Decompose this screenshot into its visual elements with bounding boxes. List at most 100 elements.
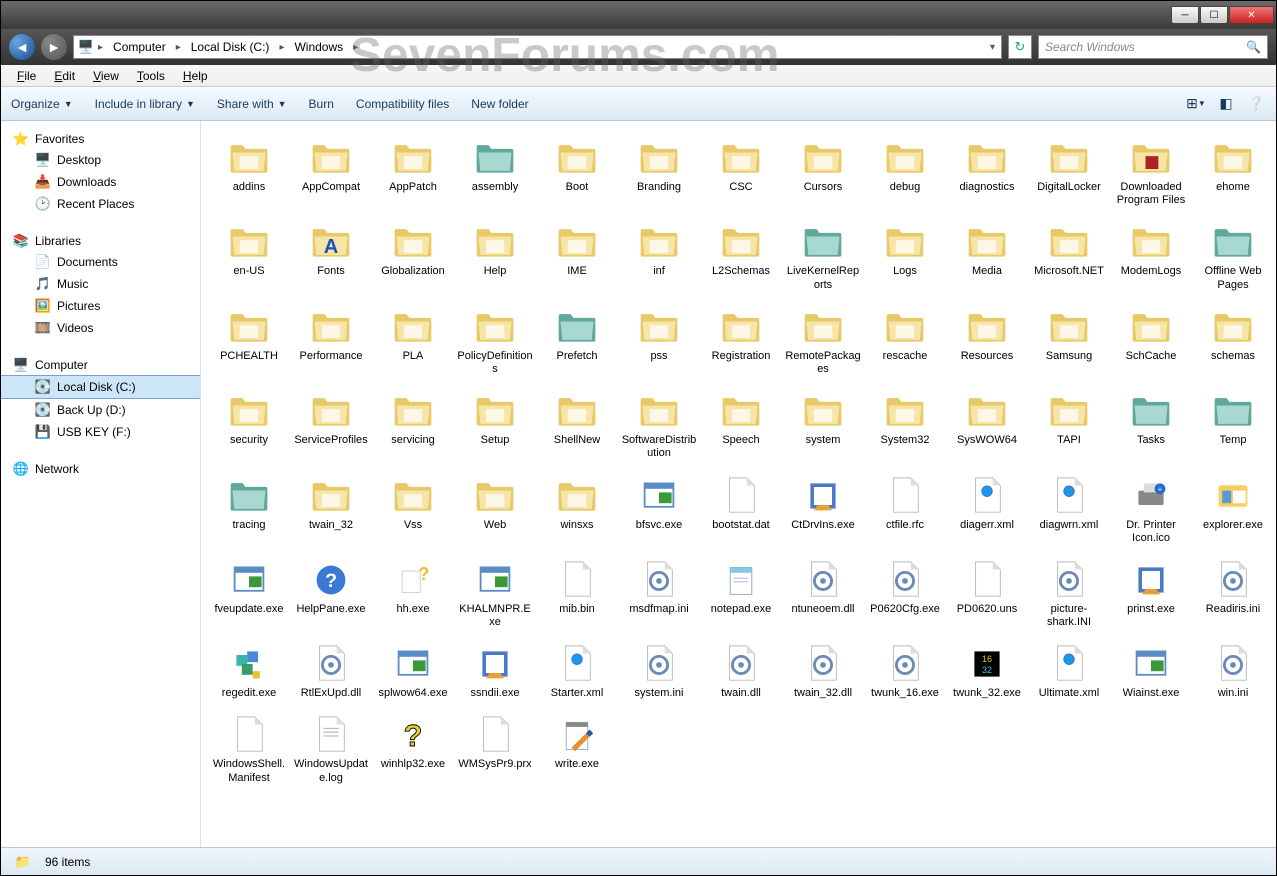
file-item[interactable]: 1632twunk_32.exe [947, 639, 1027, 704]
file-item[interactable]: tracing [209, 471, 289, 549]
file-item[interactable]: Temp [1193, 386, 1273, 464]
file-item[interactable]: rescache [865, 302, 945, 380]
file-item[interactable]: picture-shark.INI [1029, 555, 1109, 633]
file-item[interactable]: win.ini [1193, 639, 1273, 704]
file-item[interactable]: schemas [1193, 302, 1273, 380]
file-item[interactable]: servicing [373, 386, 453, 464]
file-item[interactable]: Downloaded Program Files [1111, 133, 1191, 211]
include-library-button[interactable]: Include in library ▼ [95, 97, 195, 111]
file-item[interactable]: Boot [537, 133, 617, 211]
file-item[interactable]: twain_32 [291, 471, 371, 549]
file-item[interactable]: ?hh.exe [373, 555, 453, 633]
file-item[interactable]: notepad.exe [701, 555, 781, 633]
file-list[interactable]: addinsAppCompatAppPatchassemblyBootBrand… [201, 121, 1276, 847]
sidebar-item-music[interactable]: 🎵Music [1, 273, 200, 295]
file-item[interactable]: SysWOW64 [947, 386, 1027, 464]
file-item[interactable]: Speech [701, 386, 781, 464]
file-item[interactable]: DigitalLocker [1029, 133, 1109, 211]
chevron-right-icon[interactable]: ▸ [351, 42, 360, 53]
back-button[interactable]: ◄ [9, 34, 35, 60]
file-item[interactable]: en-US [209, 217, 289, 295]
file-item[interactable]: splwow64.exe [373, 639, 453, 704]
breadcrumb-segment[interactable]: Windows [288, 38, 349, 56]
file-item[interactable]: bootstat.dat [701, 471, 781, 549]
file-item[interactable]: ModemLogs [1111, 217, 1191, 295]
file-item[interactable]: pss [619, 302, 699, 380]
file-item[interactable]: explorer.exe [1193, 471, 1273, 549]
file-item[interactable]: ?HelpPane.exe [291, 555, 371, 633]
sidebar-item-usb-f[interactable]: 💾USB KEY (F:) [1, 421, 200, 443]
file-item[interactable]: ?winhlp32.exe [373, 710, 453, 788]
file-item[interactable]: system [783, 386, 863, 464]
file-item[interactable]: Microsoft.NET [1029, 217, 1109, 295]
file-item[interactable]: TAPI [1029, 386, 1109, 464]
forward-button[interactable]: ► [41, 34, 67, 60]
menu-tools[interactable]: Tools [129, 67, 173, 85]
sidebar-favorites[interactable]: ⭐Favorites [1, 129, 200, 149]
refresh-button[interactable]: ↻ [1008, 35, 1032, 59]
menu-help[interactable]: Help [175, 67, 216, 85]
sidebar-item-backup-d[interactable]: 💽Back Up (D:) [1, 399, 200, 421]
file-item[interactable]: Media [947, 217, 1027, 295]
file-item[interactable]: bfsvc.exe [619, 471, 699, 549]
maximize-button[interactable]: ☐ [1200, 6, 1228, 24]
chevron-down-icon[interactable]: ▾ [988, 42, 997, 53]
sidebar-item-downloads[interactable]: 📥Downloads [1, 171, 200, 193]
file-item[interactable]: CSC [701, 133, 781, 211]
file-item[interactable]: WindowsUpdate.log [291, 710, 371, 788]
file-item[interactable]: 🌐Starter.xml [537, 639, 617, 704]
file-item[interactable]: twunk_16.exe [865, 639, 945, 704]
file-item[interactable]: RemotePackages [783, 302, 863, 380]
view-options-icon[interactable]: ⊞ ▼ [1186, 94, 1206, 114]
file-item[interactable]: CtDrvIns.exe [783, 471, 863, 549]
file-item[interactable]: Setup [455, 386, 535, 464]
file-item[interactable]: 🌐diagwrn.xml [1029, 471, 1109, 549]
search-icon[interactable]: 🔍 [1246, 40, 1261, 54]
file-item[interactable]: PolicyDefinitions [455, 302, 535, 380]
file-item[interactable]: Prefetch [537, 302, 617, 380]
chevron-right-icon[interactable]: ▸ [174, 42, 183, 53]
file-item[interactable]: SchCache [1111, 302, 1191, 380]
file-item[interactable]: IME [537, 217, 617, 295]
file-item[interactable]: ehome [1193, 133, 1273, 211]
file-item[interactable]: ntuneoem.dll [783, 555, 863, 633]
file-item[interactable]: Cursors [783, 133, 863, 211]
file-item[interactable]: winsxs [537, 471, 617, 549]
menu-edit[interactable]: Edit [46, 67, 83, 85]
sidebar-item-pictures[interactable]: 🖼️Pictures [1, 295, 200, 317]
file-item[interactable]: twain_32.dll [783, 639, 863, 704]
file-item[interactable]: ServiceProfiles [291, 386, 371, 464]
sidebar-item-videos[interactable]: 🎞️Videos [1, 317, 200, 339]
file-item[interactable]: P0620Cfg.exe [865, 555, 945, 633]
preview-pane-icon[interactable]: ◧ [1216, 94, 1236, 114]
file-item[interactable]: +Dr. Printer Icon.ico [1111, 471, 1191, 549]
minimize-button[interactable]: ─ [1171, 6, 1199, 24]
file-item[interactable]: PLA [373, 302, 453, 380]
file-item[interactable]: PD0620.uns [947, 555, 1027, 633]
file-item[interactable]: Registration [701, 302, 781, 380]
sidebar-item-recent[interactable]: 🕑Recent Places [1, 193, 200, 215]
file-item[interactable]: Samsung [1029, 302, 1109, 380]
file-item[interactable]: security [209, 386, 289, 464]
file-item[interactable]: SoftwareDistribution [619, 386, 699, 464]
file-item[interactable]: Help [455, 217, 535, 295]
menu-view[interactable]: View [85, 67, 127, 85]
file-item[interactable]: KHALMNPR.Exe [455, 555, 535, 633]
breadcrumb[interactable]: 🖥️ ▸ Computer ▸ Local Disk (C:) ▸ Window… [73, 35, 1002, 59]
file-item[interactable]: mib.bin [537, 555, 617, 633]
file-item[interactable]: 🌐diagerr.xml [947, 471, 1027, 549]
search-input[interactable]: Search Windows 🔍 [1038, 35, 1268, 59]
file-item[interactable]: Vss [373, 471, 453, 549]
file-item[interactable]: regedit.exe [209, 639, 289, 704]
help-icon[interactable]: ❔ [1246, 94, 1266, 114]
file-item[interactable]: Readiris.ini [1193, 555, 1273, 633]
sidebar-item-local-disk-c[interactable]: 💽Local Disk (C:) [1, 375, 200, 399]
file-item[interactable]: msdfmap.ini [619, 555, 699, 633]
chevron-right-icon[interactable]: ▸ [96, 42, 105, 53]
sidebar-computer[interactable]: 🖥️Computer [1, 355, 200, 375]
file-item[interactable]: L2Schemas [701, 217, 781, 295]
breadcrumb-segment[interactable]: Local Disk (C:) [185, 38, 276, 56]
file-item[interactable]: fveupdate.exe [209, 555, 289, 633]
file-item[interactable]: system.ini [619, 639, 699, 704]
file-item[interactable]: Wiainst.exe [1111, 639, 1191, 704]
